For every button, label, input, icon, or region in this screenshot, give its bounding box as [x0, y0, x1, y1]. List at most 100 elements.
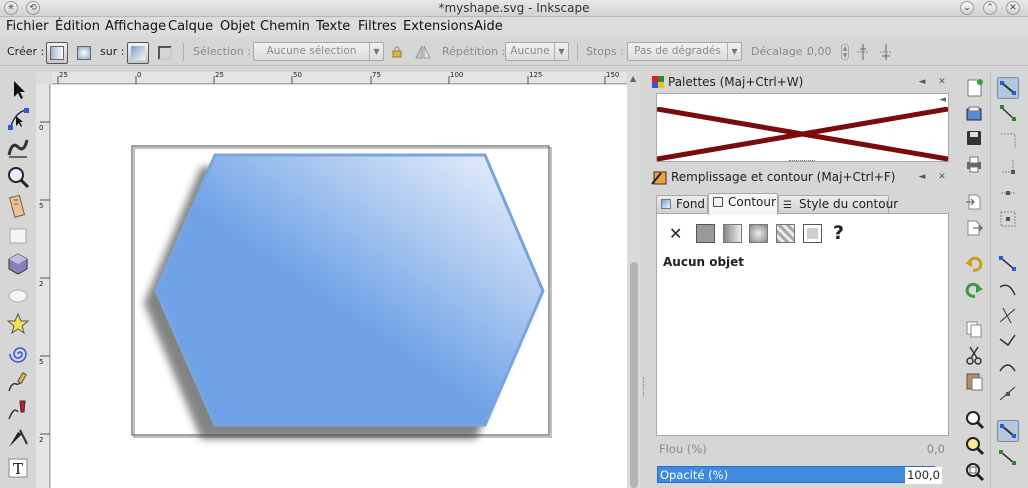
palettes-iconify-icon[interactable]: ◄	[916, 76, 928, 88]
hexagon-shape[interactable]	[154, 153, 545, 427]
scroll-up-icon[interactable]: ▲	[630, 74, 636, 83]
radial-gradient-paint-icon[interactable]	[749, 224, 768, 243]
ellipse-tool-icon[interactable]	[6, 284, 30, 308]
menu-text[interactable]: Texte	[316, 19, 350, 34]
swatch-paint-icon[interactable]	[803, 224, 822, 243]
vertical-scrollbar[interactable]: ▲	[627, 72, 641, 488]
snap-bbox-edge-icon[interactable]	[997, 130, 1019, 152]
zoom-tool-icon[interactable]	[6, 165, 30, 189]
paste-icon[interactable]	[963, 370, 985, 392]
snap-bbox-center-icon[interactable]	[997, 208, 1019, 230]
offset-spinner[interactable]: ▲ ▼	[841, 44, 849, 60]
radial-gradient-button[interactable]	[73, 42, 95, 64]
opacity-value[interactable]: 100,0	[905, 467, 942, 484]
blur-slider[interactable]: Flou (%) 0,0	[657, 441, 945, 458]
reverse-gradient-icon[interactable]	[415, 45, 431, 59]
star-tool-icon[interactable]	[6, 312, 30, 336]
vertical-ruler[interactable]: 0 5 2 5 2	[36, 84, 50, 488]
linear-gradient-paint-icon[interactable]	[723, 224, 742, 243]
menu-edit[interactable]: Édition	[55, 19, 100, 34]
selection-label: Sélection :	[193, 45, 251, 58]
tweak-tool-icon[interactable]	[6, 135, 30, 159]
menu-path[interactable]: Chemin	[260, 19, 310, 34]
import-icon[interactable]	[963, 191, 985, 213]
blur-value[interactable]: 0,0	[927, 441, 945, 458]
paint-none-icon[interactable]: ✕	[669, 224, 685, 243]
palette-swatches[interactable]: ◄	[656, 93, 949, 162]
menu-layer[interactable]: Calque	[168, 19, 213, 34]
spiral-tool-icon[interactable]	[6, 342, 30, 366]
dock-handle[interactable]	[641, 72, 649, 488]
fill-stroke-iconify-icon[interactable]: ◄	[916, 171, 928, 183]
copy-icon[interactable]	[963, 318, 985, 340]
undo-icon[interactable]	[963, 253, 985, 275]
print-icon[interactable]	[963, 153, 985, 175]
menu-help[interactable]: Aide	[474, 19, 503, 34]
pen-tool-icon[interactable]	[6, 398, 30, 422]
rectangle-tool-icon[interactable]	[6, 224, 30, 248]
tab-stroke-style[interactable]: ☰ Style du contour	[778, 195, 898, 214]
scrollbar-thumb[interactable]	[630, 262, 638, 488]
save-icon[interactable]	[963, 127, 985, 149]
horizontal-ruler[interactable]: 25 0 25 50 75 100 125 150	[52, 71, 627, 84]
menu-object[interactable]: Objet	[220, 19, 255, 34]
pattern-paint-icon[interactable]	[776, 224, 795, 243]
menu-extensions[interactable]: Extensions	[403, 19, 474, 34]
snap-cusp-icon[interactable]	[997, 331, 1019, 353]
snap-bbox-icon[interactable]	[997, 103, 1019, 125]
export-icon[interactable]	[963, 217, 985, 239]
resize-grip[interactable]	[789, 160, 815, 163]
palettes-close-icon[interactable]: ✕	[936, 76, 948, 88]
zoom-drawing-icon[interactable]	[963, 434, 985, 456]
stroke-target-button[interactable]	[154, 42, 176, 64]
tab-stroke[interactable]: Contour	[708, 193, 778, 215]
snap-bbox-corner-icon[interactable]	[997, 156, 1019, 178]
minimize-button[interactable]: ⌄	[960, 1, 974, 15]
menu-filters[interactable]: Filtres	[358, 19, 397, 34]
linear-gradient-button[interactable]	[46, 42, 68, 64]
snap-grid-icon[interactable]	[997, 447, 1019, 469]
close-button[interactable]: ✕	[1006, 1, 1020, 15]
selection-combo[interactable]: Aucune sélection ▼	[253, 42, 384, 61]
calligraphy-tool-icon[interactable]	[6, 426, 30, 450]
zoom-page-icon[interactable]	[963, 460, 985, 482]
menu-file[interactable]: Fichier	[6, 19, 49, 34]
no-object-text: Aucun objet	[663, 255, 745, 269]
text-tool-icon[interactable]: T	[6, 456, 30, 480]
snap-page-icon[interactable]	[997, 420, 1019, 442]
stops-combo[interactable]: Pas de dégradés ▼	[627, 42, 742, 61]
selector-tool-icon[interactable]	[6, 78, 30, 102]
tab-fill[interactable]: Fond	[656, 195, 708, 214]
measure-tool-icon[interactable]	[6, 194, 30, 218]
insert-stop-icon[interactable]	[855, 43, 871, 61]
delete-stop-icon[interactable]	[878, 43, 894, 61]
fill-stroke-header: Remplissage et contour (Maj+Ctrl+F) ◄ ✕	[649, 168, 954, 186]
snap-path-icon[interactable]	[997, 279, 1019, 301]
zoom-selection-icon[interactable]	[963, 408, 985, 430]
fill-stroke-close-icon[interactable]: ✕	[936, 171, 948, 183]
open-document-icon[interactable]	[963, 103, 985, 125]
palette-menu-icon[interactable]: ◄	[939, 95, 946, 105]
menu-view[interactable]: Affichage	[105, 19, 166, 34]
opacity-slider[interactable]: Opacité (%) 100,0	[657, 466, 942, 484]
offset-value[interactable]: 0,00	[807, 45, 832, 58]
drawing-canvas[interactable]	[51, 85, 627, 488]
snap-smooth-icon[interactable]	[997, 357, 1019, 379]
snap-toggle-icon[interactable]	[997, 77, 1019, 99]
flat-color-icon[interactable]	[696, 224, 715, 243]
snap-nodes-icon[interactable]	[997, 253, 1019, 275]
3d-box-tool-icon[interactable]	[6, 252, 30, 276]
fill-target-button[interactable]	[127, 42, 149, 64]
cut-icon[interactable]	[963, 344, 985, 366]
snap-midpoint-icon[interactable]	[997, 383, 1019, 405]
redo-icon[interactable]	[963, 279, 985, 301]
lock-icon[interactable]	[391, 46, 403, 58]
snap-intersection-icon[interactable]	[997, 305, 1019, 327]
node-tool-icon[interactable]	[6, 107, 30, 131]
new-document-icon[interactable]	[963, 77, 985, 99]
snap-bbox-midpoint-icon[interactable]	[997, 182, 1019, 204]
maximize-button[interactable]: ⌃	[983, 1, 997, 15]
repeat-combo[interactable]: Aucune ▼	[505, 42, 569, 61]
pencil-tool-icon[interactable]	[6, 370, 30, 394]
unset-paint-icon[interactable]: ?	[833, 222, 849, 244]
